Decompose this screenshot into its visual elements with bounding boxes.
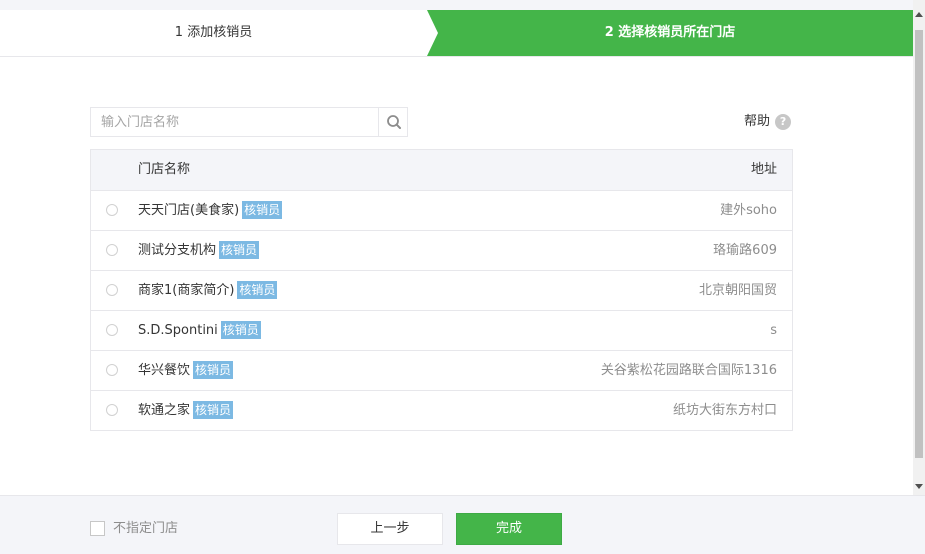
table-row[interactable]: 天天门店(美食家) 核销员 建外soho <box>91 191 792 231</box>
verifier-badge: 核销员 <box>193 360 234 379</box>
store-radio[interactable] <box>106 324 118 336</box>
store-table: 门店名称 地址 天天门店(美食家) 核销员 建外soho 测试分支机构 核销员 珞瑜… <box>90 149 793 431</box>
store-address: s <box>770 323 777 338</box>
no-store-checkbox[interactable] <box>90 521 105 536</box>
store-address: 关谷紫松花园路联合国际1316 <box>600 363 777 378</box>
scrollbar-thumb[interactable] <box>915 30 923 458</box>
verifier-badge: 核销员 <box>193 400 234 419</box>
table-row[interactable]: 测试分支机构 核销员 珞瑜路609 <box>91 231 792 271</box>
step-1-add-verifier: 1 添加核销员 <box>174 25 253 40</box>
verifier-badge: 核销员 <box>242 200 283 219</box>
table-row[interactable]: S.D.Spontini 核销员 s <box>91 311 792 351</box>
dialog-footer: 不指定门店 上一步 完成 <box>0 495 925 554</box>
step-2-label: 2 选择核销员所在门店 <box>604 25 736 40</box>
store-address: 建外soho <box>720 203 777 218</box>
store-name-cell: 软通之家 核销员 <box>138 391 234 431</box>
store-address: 纸坊大街东方村口 <box>672 403 777 418</box>
store-name: 软通之家 <box>138 403 191 418</box>
store-name: 测试分支机构 <box>138 243 217 258</box>
store-name-cell: 商家1(商家简介) 核销员 <box>138 271 278 311</box>
verifier-badge: 核销员 <box>220 320 261 339</box>
store-radio[interactable] <box>106 404 118 416</box>
store-name-cell: 天天门店(美食家) 核销员 <box>138 191 283 231</box>
store-search-input[interactable] <box>91 108 379 136</box>
question-icon: ? <box>775 114 792 130</box>
store-name: 华兴餐饮 <box>138 363 191 378</box>
store-name: 天天门店(美食家) <box>138 203 240 218</box>
table-row[interactable]: 华兴餐饮 核销员 关谷紫松花园路联合国际1316 <box>91 351 792 391</box>
help-label: 帮助 <box>744 114 771 129</box>
column-header-store-name: 门店名称 <box>138 162 191 177</box>
vertical-scrollbar[interactable] <box>913 0 925 495</box>
store-address: 北京朝阳国贸 <box>698 283 777 298</box>
step-arrow-notch <box>427 10 438 56</box>
no-store-label[interactable]: 不指定门店 <box>113 520 178 538</box>
store-radio[interactable] <box>106 364 118 376</box>
search-icon <box>387 115 401 129</box>
store-name: S.D.Spontini <box>138 323 218 338</box>
store-radio[interactable] <box>106 204 118 216</box>
verifier-badge: 核销员 <box>219 240 260 259</box>
scroll-down-arrow-icon[interactable] <box>915 484 923 489</box>
step-2-select-store: 2 选择核销员所在门店 <box>427 10 913 56</box>
store-radio[interactable] <box>106 244 118 256</box>
top-strip <box>0 0 913 10</box>
store-name-cell: 测试分支机构 核销员 <box>138 231 260 271</box>
store-address: 珞瑜路609 <box>713 243 777 258</box>
search-button[interactable] <box>378 108 409 136</box>
column-header-address: 地址 <box>750 162 777 177</box>
scroll-up-arrow-icon[interactable] <box>915 12 923 17</box>
table-row[interactable]: 商家1(商家简介) 核销员 北京朝阳国贸 <box>91 271 792 311</box>
table-header: 门店名称 地址 <box>91 150 792 191</box>
store-name-cell: 华兴餐饮 核销员 <box>138 351 234 391</box>
verifier-badge: 核销员 <box>237 280 278 299</box>
table-row[interactable]: 软通之家 核销员 纸坊大街东方村口 <box>91 391 792 430</box>
step-indicator: 1 添加核销员 2 选择核销员所在门店 <box>0 10 913 57</box>
store-name-cell: S.D.Spontini 核销员 <box>138 311 261 351</box>
store-radio[interactable] <box>106 284 118 296</box>
store-search-box <box>90 107 408 137</box>
store-name: 商家1(商家简介) <box>138 283 235 298</box>
previous-step-button[interactable]: 上一步 <box>337 513 443 545</box>
help-link[interactable]: 帮助 ? <box>744 113 792 131</box>
done-button[interactable]: 完成 <box>456 513 562 545</box>
